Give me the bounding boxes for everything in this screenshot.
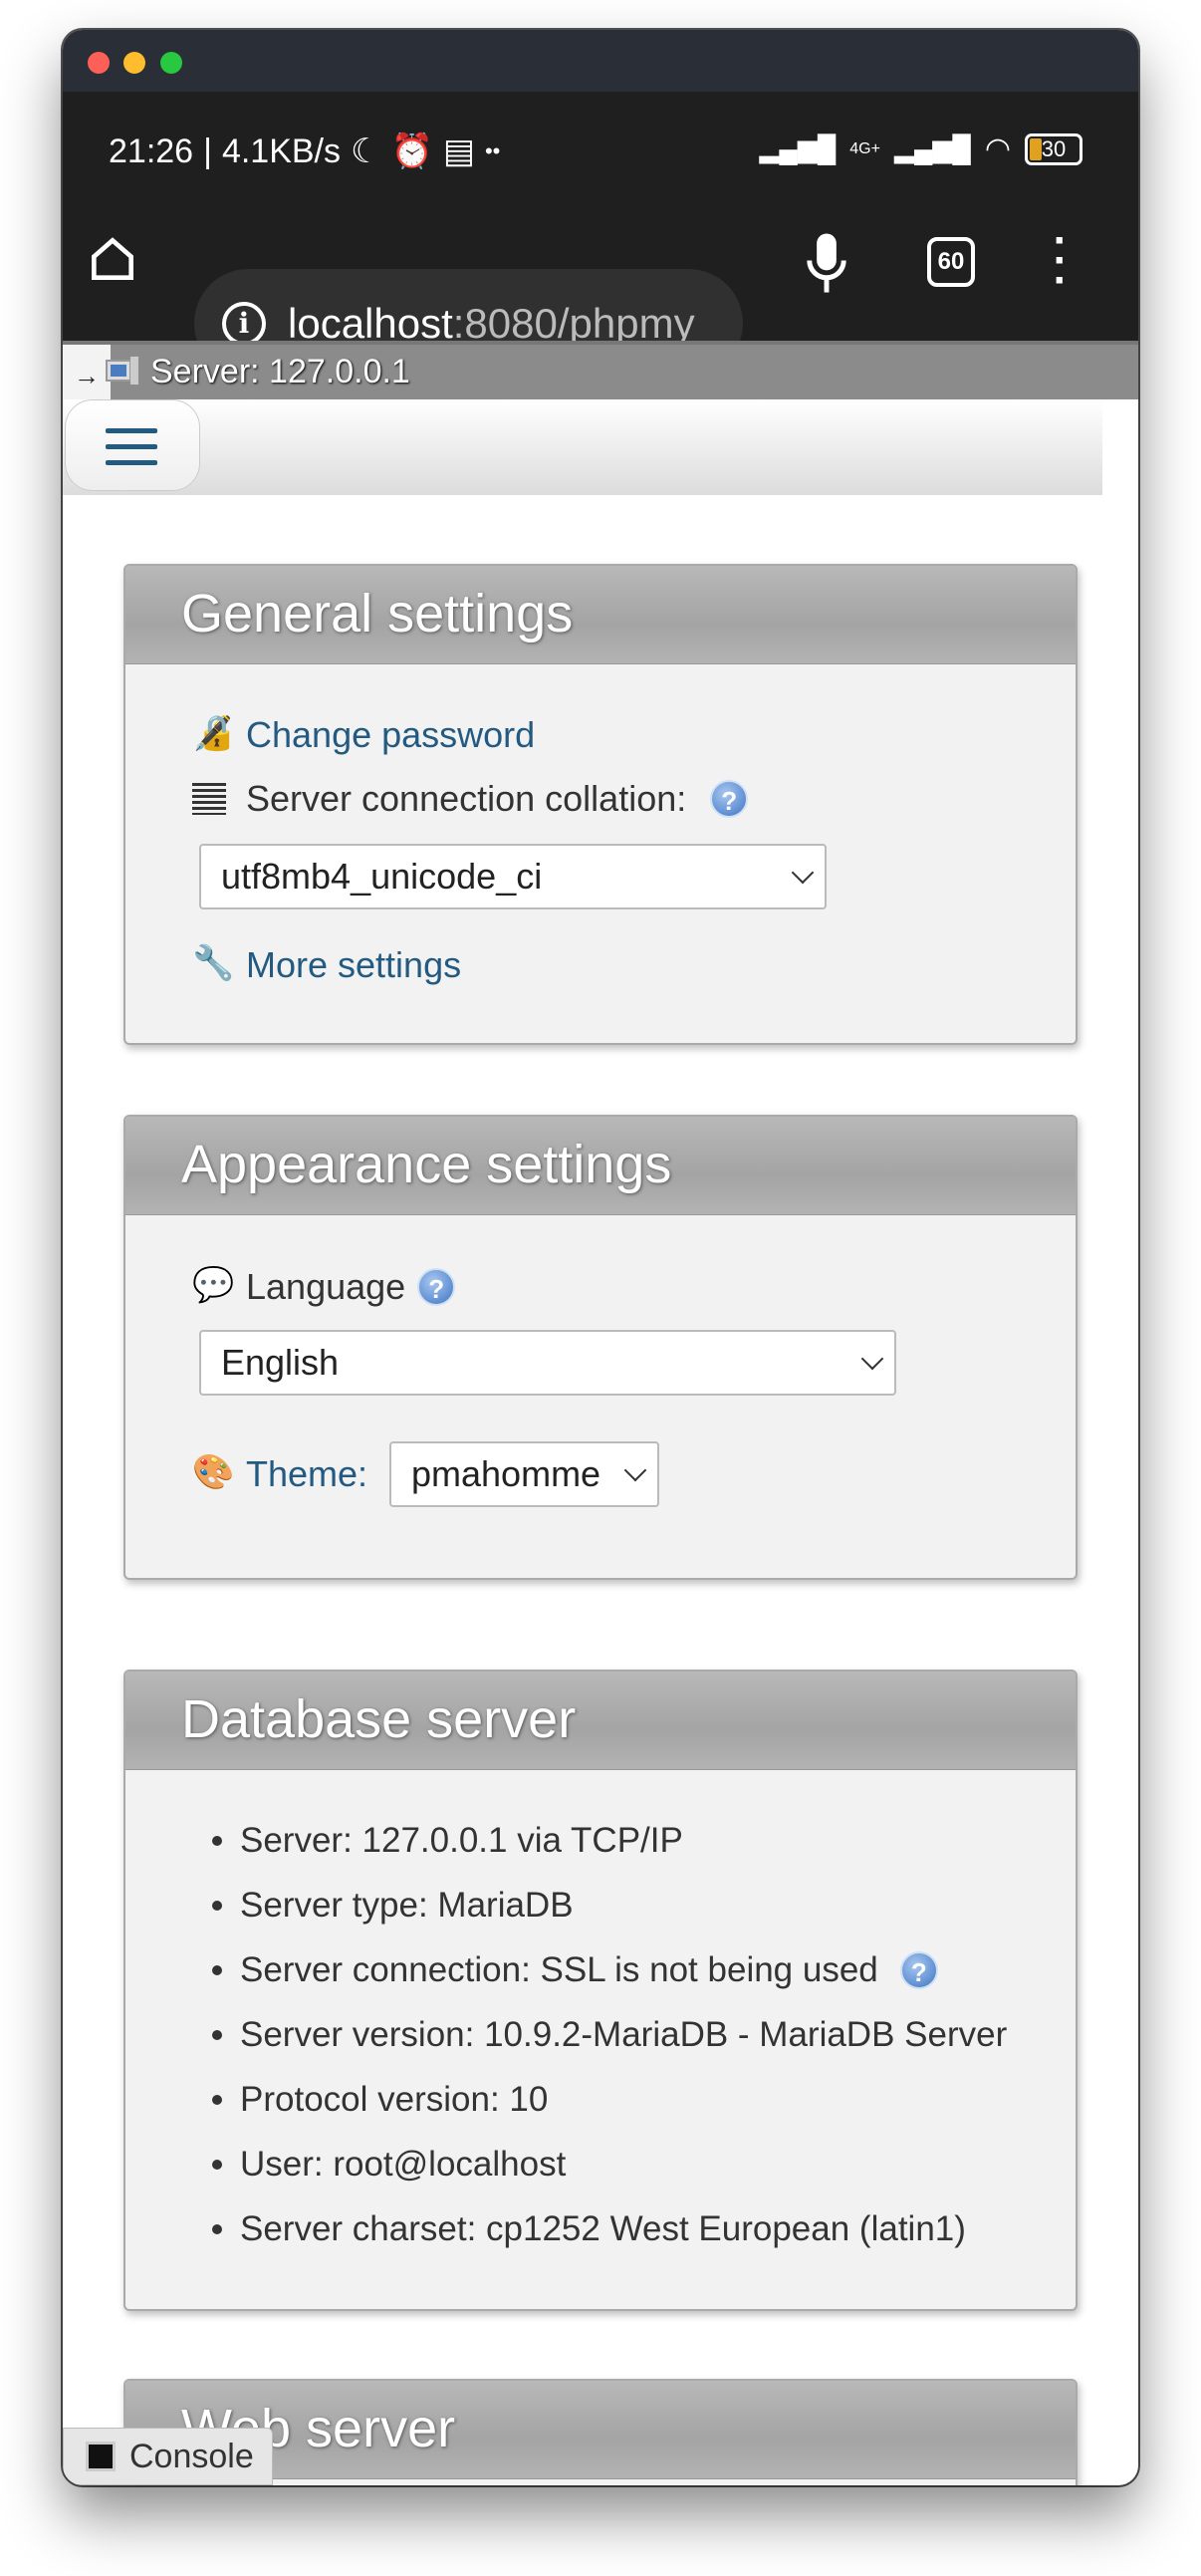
item-text: Server charset: cp1252 West European (la…: [240, 2209, 966, 2248]
theme-label[interactable]: Theme:: [246, 1453, 367, 1495]
more-settings-label[interactable]: More settings: [246, 944, 461, 986]
signal-icon: ▂▄▆█: [759, 133, 837, 163]
list-icon: [192, 783, 226, 815]
top-menu-bar: [63, 399, 1102, 495]
list-item: Protocol version: 10: [212, 2080, 548, 2120]
chevron-down-icon: [860, 1347, 884, 1371]
chevron-down-icon: [791, 861, 815, 885]
more-settings-link[interactable]: 🔧 More settings: [192, 943, 461, 987]
wifi-icon: ◠: [984, 132, 1011, 165]
language-value: English: [221, 1342, 340, 1383]
item-text: Protocol version: 10: [240, 2080, 549, 2119]
signal-4g-icon: ▂▄▆█: [893, 133, 971, 163]
alarm-icon: ⏰: [390, 132, 433, 170]
list-item: Server connection: SSL is not being used…: [212, 1950, 938, 1990]
battery-level: 30: [1041, 135, 1067, 161]
menu-icon[interactable]: · · ·: [1051, 219, 1071, 303]
clock: 21:26: [109, 131, 194, 170]
lock-pencil-icon: 🔏: [192, 714, 235, 752]
hamburger-menu-button[interactable]: [65, 399, 200, 491]
network-speed: 4.1KB/s: [221, 131, 342, 170]
list-item: Server charset: cp1252 West European (la…: [212, 2209, 966, 2249]
database-server-panel: Database server Server: 127.0.0.1 via TC…: [123, 1670, 1078, 2311]
theme-link[interactable]: 🎨 Theme:: [192, 1452, 367, 1496]
console-label: Console: [129, 2437, 254, 2475]
panel-title: Appearance settings: [125, 1117, 1076, 1215]
collation-label-row: Server connection collation: ?: [192, 778, 749, 820]
help-icon[interactable]: ?: [710, 780, 749, 818]
moon-icon: ☾: [351, 132, 381, 170]
home-icon[interactable]: [85, 231, 140, 287]
close-window-button[interactable]: [88, 52, 110, 74]
collation-value: utf8mb4_unicode_ci: [221, 856, 543, 897]
theme-value: pmahomme: [411, 1453, 601, 1494]
palette-icon: 🎨: [192, 1453, 235, 1491]
item-text: Server connection: SSL is not being used: [240, 1950, 878, 1989]
list-item: Server type: MariaDB: [212, 1886, 574, 1926]
item-text: Server version: 10.9.2-MariaDB - MariaDB…: [240, 2015, 1008, 2054]
change-password-link[interactable]: 🔏 Change password: [192, 713, 535, 757]
item-text: Server: 127.0.0.1 via TCP/IP: [240, 1821, 683, 1860]
item-text: User: root@localhost: [240, 2145, 567, 2184]
list-item: Server: 127.0.0.1 via TCP/IP: [212, 1821, 683, 1861]
wrench-icon: 🔧: [192, 944, 235, 982]
network-type: 4G+: [849, 139, 880, 157]
language-label-row: 💬 Language ?: [192, 1265, 456, 1309]
item-text: Server type: MariaDB: [240, 1886, 574, 1925]
battery-icon: 30: [1025, 132, 1082, 165]
language-label: Language: [246, 1266, 406, 1307]
language-user-icon: 💬: [192, 1266, 235, 1304]
collation-select[interactable]: utf8mb4_unicode_ci: [199, 844, 827, 909]
info-icon[interactable]: i: [222, 301, 266, 346]
appearance-settings-panel: Appearance settings 💬 Language ? English…: [123, 1115, 1078, 1580]
list-item: Server version: 10.9.2-MariaDB - MariaDB…: [212, 2015, 1007, 2055]
terminal-icon: [86, 2442, 116, 2471]
window-titlebar: [63, 30, 1138, 92]
phone-status-bar: 21:26 | 4.1KB/s ☾ ⏰ ▤ •• ▂▄▆█ 4G+ ▂▄▆█ ◠…: [63, 92, 1138, 378]
mic-icon[interactable]: [802, 231, 851, 295]
separator: |: [203, 131, 212, 170]
help-icon[interactable]: ?: [899, 1951, 938, 1989]
collation-label: Server connection collation:: [246, 778, 687, 819]
maximize-window-button[interactable]: [160, 52, 182, 74]
help-icon[interactable]: ?: [417, 1268, 456, 1306]
tabs-icon[interactable]: 60: [927, 237, 975, 287]
general-settings-panel: General settings 🔏 Change password Serve…: [123, 564, 1078, 1045]
theme-select[interactable]: pmahomme: [389, 1441, 659, 1507]
server-breadcrumb-bar: → Server: 127.0.0.1: [63, 341, 1138, 403]
panel-title: General settings: [125, 566, 1076, 664]
more-dots-icon: ••: [484, 138, 501, 163]
language-select[interactable]: English: [199, 1330, 896, 1396]
server-link[interactable]: Server: 127.0.0.1: [150, 353, 410, 391]
console-toggle-button[interactable]: Console: [63, 2428, 273, 2485]
calendar-icon: ▤: [442, 132, 475, 170]
minimize-window-button[interactable]: [123, 52, 145, 74]
change-password-label[interactable]: Change password: [246, 714, 535, 756]
browser-window: 21:26 | 4.1KB/s ☾ ⏰ ▤ •• ▂▄▆█ 4G+ ▂▄▆█ ◠…: [63, 30, 1138, 2485]
panel-title: Database server: [125, 1672, 1076, 1770]
chevron-down-icon: [623, 1458, 647, 1482]
list-item: User: root@localhost: [212, 2145, 566, 2185]
server-icon: [106, 357, 138, 385]
